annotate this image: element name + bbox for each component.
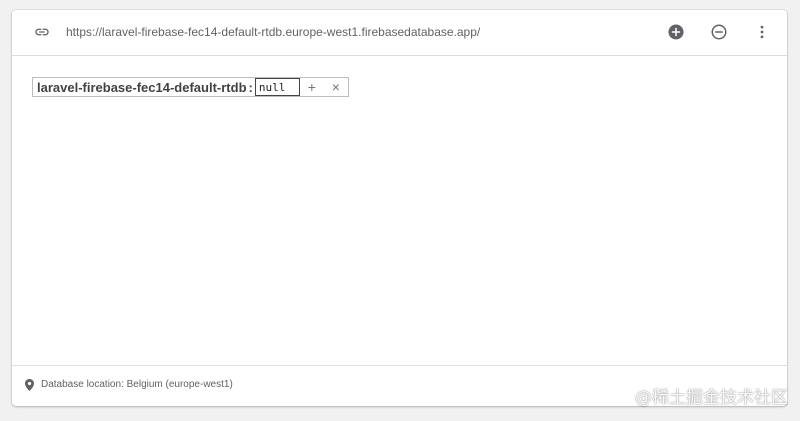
remove-circle-icon[interactable] xyxy=(708,21,730,43)
root-node: laravel-firebase-fec14-default-rtdb : + … xyxy=(32,77,349,97)
database-location-text: Database location: Belgium (europe-west1… xyxy=(41,379,233,390)
watermark-text: @稀土掘金技术社区 xyxy=(635,388,788,408)
database-panel: https://laravel-firebase-fec14-default-r… xyxy=(12,10,787,406)
location-pin-icon xyxy=(25,378,34,391)
link-icon[interactable] xyxy=(32,24,52,40)
more-vert-icon[interactable] xyxy=(751,21,773,43)
url-bar: https://laravel-firebase-fec14-default-r… xyxy=(12,10,787,56)
root-node-key[interactable]: laravel-firebase-fec14-default-rtdb xyxy=(33,80,249,95)
add-child-button[interactable]: + xyxy=(300,78,324,96)
add-circle-icon[interactable] xyxy=(665,21,687,43)
database-url: https://laravel-firebase-fec14-default-r… xyxy=(66,25,481,39)
toolbar-actions xyxy=(665,21,773,43)
root-node-value-input[interactable] xyxy=(254,78,300,96)
data-tree: laravel-firebase-fec14-default-rtdb : + … xyxy=(12,56,787,365)
delete-node-button[interactable]: × xyxy=(324,78,348,96)
